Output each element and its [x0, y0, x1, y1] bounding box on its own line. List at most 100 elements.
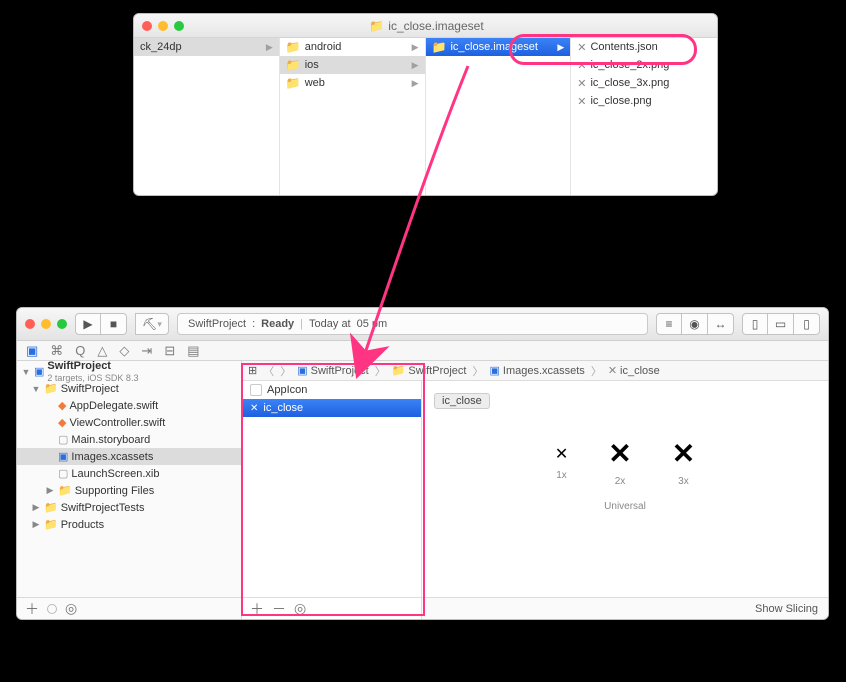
chevron-right-icon: ▶ — [412, 60, 419, 71]
run-button[interactable]: ▶ — [75, 313, 101, 335]
debug-navigator-tab[interactable]: ⇥ — [138, 343, 155, 359]
finder-item[interactable]: ✕ ic_close.png — [571, 92, 717, 110]
stop-button[interactable]: ■ — [101, 313, 127, 335]
folder-icon: 📁 — [44, 382, 58, 395]
tree-row-label: ViewController.swift — [69, 417, 165, 429]
activity-project: SwiftProject — [188, 318, 246, 330]
navigator-selector-bar: ▣ ⌘ Q △ ◇ ⇥ ⊟ ▤ — [17, 341, 828, 361]
editor-mode-segment: ≡ ◉ ↔ — [656, 313, 734, 335]
idiom-label: Universal — [434, 501, 816, 512]
finder-item-label: ios — [305, 59, 319, 71]
tree-row[interactable]: ◆ AppDelegate.swift — [17, 397, 241, 414]
asset-canvas-body[interactable]: ic_close ✕ 1x ✕ 2x ✕ — [422, 381, 828, 597]
finder-item-label: android — [305, 41, 342, 53]
finder-item-label: ic_close.png — [590, 95, 651, 107]
tree-row-label: LaunchScreen.xib — [71, 468, 159, 480]
standard-editor-button[interactable]: ≡ — [656, 313, 682, 335]
finder-item[interactable]: 📁 web ▶ — [280, 74, 425, 92]
crumb-label: ic_close — [620, 365, 660, 377]
disclosure-icon[interactable]: ▶ — [45, 485, 55, 496]
assistant-editor-button[interactable]: ◉ — [682, 313, 708, 335]
finder-item-label: web — [305, 77, 325, 89]
show-slicing-button[interactable]: Show Slicing — [755, 603, 818, 615]
tree-row[interactable]: ▢ LaunchScreen.xib — [17, 465, 241, 482]
folder-icon: 📁 — [286, 58, 301, 72]
breakpoint-navigator-tab[interactable]: ⊟ — [161, 343, 178, 359]
window-buttons — [25, 319, 67, 329]
tree-row[interactable]: ▶ 📁 Products — [17, 516, 241, 533]
tree-row-label: SwiftProject — [61, 383, 119, 395]
issue-navigator-tab[interactable]: △ — [94, 343, 110, 359]
finder-item[interactable]: ck_24dp ▶ — [134, 38, 279, 56]
tree-row-label: SwiftProjectTests — [61, 502, 145, 514]
finder-col-1[interactable]: 📁 android ▶ 📁 ios ▶ 📁 web ▶ — [280, 38, 426, 195]
tree-row-label: Products — [61, 519, 104, 531]
zoom-window-button[interactable] — [174, 21, 184, 31]
chevron-right-icon: ▶ — [412, 42, 419, 53]
xcode-toolbar: ▶ ■ ⛏ ▾ SwiftProject: Ready | Today at 0… — [17, 308, 828, 341]
tree-row[interactable]: ▶ 📁 SwiftProjectTests — [17, 499, 241, 516]
asset-slot-1x[interactable]: ✕ 1x — [555, 444, 568, 481]
add-button[interactable]: ＋ — [25, 599, 39, 619]
finder-item[interactable]: ✕ ic_close_3x.png — [571, 74, 717, 92]
finder-title: 📁 ic_close.imageset — [190, 19, 663, 33]
test-navigator-tab[interactable]: ◇ — [116, 343, 132, 359]
folder-icon: 📁 — [286, 40, 301, 54]
tree-row-selected[interactable]: ▣ Images.xcassets — [17, 448, 241, 465]
finder-item[interactable]: 📁 ios ▶ — [280, 56, 425, 74]
assets-icon: ▣ — [58, 450, 68, 463]
jump-bar-crumb[interactable]: ▣ Images.xcassets — [489, 364, 584, 377]
zoom-window-button[interactable] — [57, 319, 67, 329]
disclosure-icon[interactable]: ▶ — [31, 519, 41, 530]
tree-row-project[interactable]: ▼ ▣ SwiftProject 2 targets, iOS SDK 8.3 — [17, 363, 241, 380]
slot-label: 3x — [678, 476, 689, 487]
asset-slots: ✕ 1x ✕ 2x ✕ 3x — [434, 437, 816, 487]
project-tree[interactable]: ▼ ▣ SwiftProject 2 targets, iOS SDK 8.3 … — [17, 361, 241, 597]
tree-row[interactable]: ◆ ViewController.swift — [17, 414, 241, 431]
activity-time-prefix: Today at — [309, 318, 351, 330]
finder-item[interactable]: 📁 android ▶ — [280, 38, 425, 56]
folder-icon: 📁 — [44, 501, 58, 514]
project-navigator-tab[interactable]: ▣ — [23, 343, 41, 359]
report-navigator-tab[interactable]: ▤ — [184, 343, 202, 359]
tree-row[interactable]: ▶ 📁 Supporting Files — [17, 482, 241, 499]
close-icon: ✕ — [555, 444, 568, 464]
finder-col-0[interactable]: ck_24dp ▶ — [134, 38, 280, 195]
crumb-label: Images.xcassets — [503, 365, 585, 377]
toggle-utilities-button[interactable]: ▯ — [794, 313, 820, 335]
asset-slot-3x[interactable]: ✕ 3x — [672, 437, 695, 487]
project-navigator: ▼ ▣ SwiftProject 2 targets, iOS SDK 8.3 … — [17, 361, 242, 619]
chevron-right-icon: ▶ — [412, 78, 419, 89]
folder-icon: 📁 — [58, 484, 72, 497]
disclosure-icon[interactable]: ▼ — [31, 384, 41, 394]
finder-item-label: ic_close_3x.png — [590, 77, 669, 89]
separator: | — [300, 318, 303, 330]
filter-recent-icon[interactable] — [47, 604, 57, 614]
asset-slot-2x[interactable]: ✕ 2x — [608, 437, 631, 487]
close-window-button[interactable] — [142, 21, 152, 31]
annotation-rect — [241, 363, 425, 616]
disclosure-icon[interactable]: ▶ — [31, 502, 41, 513]
toggle-debug-button[interactable]: ▭ — [768, 313, 794, 335]
close-window-button[interactable] — [25, 319, 35, 329]
version-editor-button[interactable]: ↔ — [708, 313, 734, 335]
finder-title-text: ic_close.imageset — [388, 19, 483, 33]
tree-row[interactable]: ▢ Main.storyboard — [17, 431, 241, 448]
minimize-window-button[interactable] — [158, 21, 168, 31]
toggle-navigator-button[interactable]: ▯ — [742, 313, 768, 335]
filter-scm-icon[interactable]: ◎ — [65, 600, 77, 617]
run-stop-segment: ▶ ■ — [75, 313, 127, 335]
swift-file-icon: ◆ — [58, 399, 66, 412]
activity-viewer: SwiftProject: Ready | Today at 05 pm — [177, 313, 648, 335]
swift-file-icon: ◆ — [58, 416, 66, 429]
symbol-navigator-tab[interactable]: ⌘ — [47, 343, 66, 359]
scheme-segment[interactable]: ⛏ ▾ — [135, 313, 169, 335]
disclosure-icon[interactable]: ▼ — [21, 367, 31, 377]
minimize-window-button[interactable] — [41, 319, 51, 329]
imageset-icon: ✕ — [608, 364, 617, 377]
jump-bar-crumb[interactable]: ✕ ic_close — [608, 364, 660, 377]
tree-row-subtitle: 2 targets, iOS SDK 8.3 — [47, 373, 138, 383]
scheme-selector[interactable]: ⛏ ▾ — [135, 313, 169, 335]
find-navigator-tab[interactable]: Q — [72, 343, 88, 358]
chevron-right-icon: 〉 — [591, 363, 602, 379]
